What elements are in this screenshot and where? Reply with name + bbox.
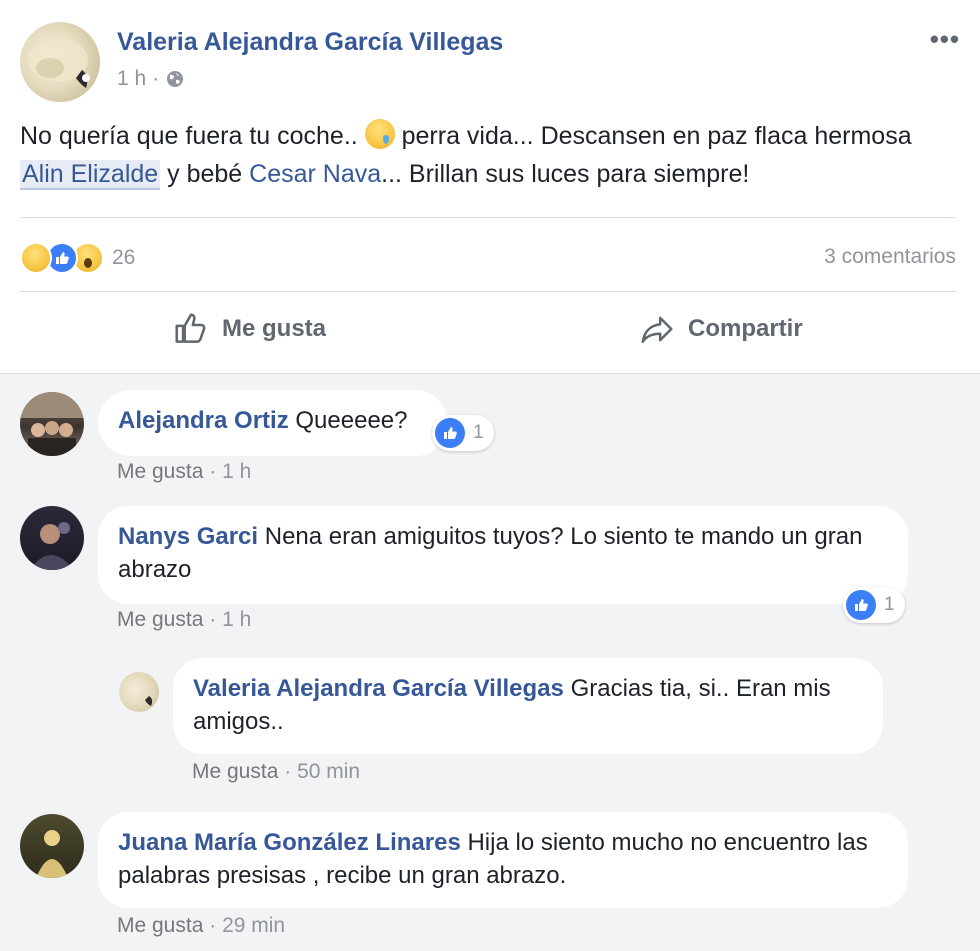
divider	[20, 217, 956, 218]
comment-reaction-count: 1	[473, 422, 484, 443]
reply-avatar[interactable]	[119, 672, 159, 712]
separator-dot: ·	[152, 67, 160, 90]
crying-face-emoji-icon	[364, 119, 395, 149]
post-text-part-3: y bebé	[160, 160, 250, 188]
comment-like-link[interactable]: Me gusta	[117, 460, 203, 483]
post-time[interactable]: 1 h	[117, 67, 146, 91]
more-options-icon[interactable]: •••	[930, 24, 960, 55]
reply-bubble: Valeria Alejandra García Villegas Gracia…	[173, 658, 883, 754]
like-button-label: Me gusta	[222, 315, 327, 342]
like-reaction-icon	[846, 590, 876, 620]
reply-time[interactable]: 50 min	[297, 760, 360, 783]
comment-meta: Me gusta · 1 h	[117, 608, 252, 631]
comment-meta: Me gusta · 29 min	[117, 914, 286, 937]
comment-time[interactable]: 1 h	[222, 608, 251, 631]
post-body: No quería que fuera tu coche.. perra vid…	[20, 117, 960, 193]
post-text-part-2: perra vida... Descansen en paz flaca her…	[394, 122, 912, 150]
comment-time[interactable]: 1 h	[222, 460, 251, 483]
comment-bubble: Juana María González Linares Hija lo sie…	[98, 812, 908, 908]
globe-icon	[167, 71, 184, 87]
comment-bubble: Nanys Garci Nena eran amiguitos tuyos? L…	[98, 506, 908, 604]
like-button[interactable]: Me gusta	[172, 310, 326, 348]
mention-link-1[interactable]: Alin Elizalde	[20, 160, 161, 190]
reply-meta: Me gusta · 50 min	[192, 760, 361, 783]
thumbs-up-icon	[175, 313, 206, 343]
reaction-count[interactable]: 26	[112, 246, 135, 270]
comment-meta: Me gusta · 1 h	[117, 460, 252, 483]
comments-section: Alejandra Ortiz Queeeee? 1 Me gusta · 1 …	[0, 373, 980, 951]
share-button[interactable]: Compartir	[638, 310, 803, 348]
comments-count-link[interactable]: 3 comentarios	[824, 245, 956, 269]
post-card: Valeria Alejandra García Villegas 1 h · …	[0, 0, 980, 373]
author-avatar[interactable]	[20, 22, 100, 102]
comment-avatar[interactable]	[20, 392, 84, 456]
comment-bubble: Alejandra Ortiz Queeeee?	[98, 390, 448, 456]
comment-avatar[interactable]	[20, 506, 84, 570]
reaction-summary[interactable]: 26	[20, 242, 135, 274]
comment-like-link[interactable]: Me gusta	[117, 608, 203, 631]
comment-time[interactable]: 29 min	[222, 914, 285, 937]
comment-avatar[interactable]	[20, 814, 84, 878]
post-meta: 1 h ·	[117, 67, 185, 91]
comment-reaction-count: 1	[884, 594, 895, 615]
mention-link-2[interactable]: Cesar Nava	[249, 160, 381, 188]
post-text-part-1: No quería que fuera tu coche..	[20, 122, 365, 150]
reply-author[interactable]: Valeria Alejandra García Villegas	[193, 675, 564, 702]
post-text-part-4: ... Brillan sus luces para siempre!	[381, 160, 750, 188]
post-author-name[interactable]: Valeria Alejandra García Villegas	[117, 28, 503, 57]
comment-author[interactable]: Alejandra Ortiz	[118, 407, 289, 434]
comment-author[interactable]: Juana María González Linares	[118, 829, 461, 856]
divider	[20, 291, 956, 292]
sad-reaction-icon	[20, 242, 52, 274]
like-reaction-icon	[435, 418, 465, 448]
share-arrow-icon	[641, 316, 673, 343]
comment-like-link[interactable]: Me gusta	[117, 914, 203, 937]
comment-author[interactable]: Nanys Garci	[118, 523, 258, 550]
comment-reaction-badge[interactable]: 1	[432, 415, 494, 451]
reply-like-link[interactable]: Me gusta	[192, 760, 278, 783]
comment-text: Queeeee?	[295, 407, 408, 434]
comment-reaction-badge[interactable]: 1	[843, 587, 905, 623]
share-button-label: Compartir	[688, 315, 803, 342]
